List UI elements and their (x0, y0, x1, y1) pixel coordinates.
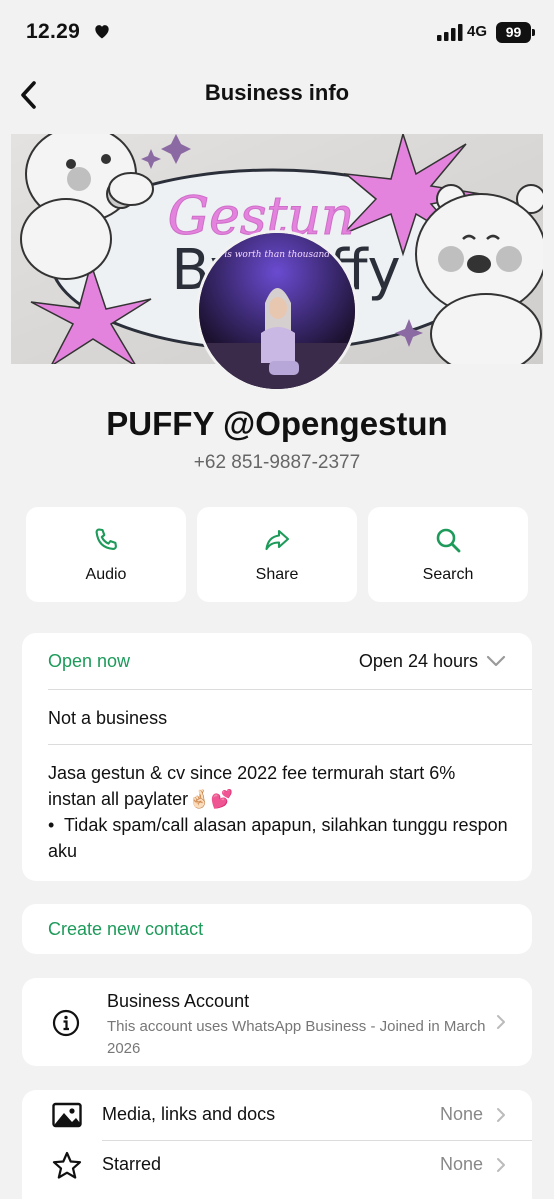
hours-row[interactable]: Open now Open 24 hours (48, 651, 506, 673)
avatar-photo: future is worth than thousand words (199, 233, 355, 389)
battery-level: 99 (496, 22, 535, 43)
page-title: Business info (204, 80, 350, 105)
audio-label: Audio (85, 565, 127, 583)
create-contact-button[interactable]: Create new contact (48, 919, 203, 940)
divider (48, 689, 532, 690)
phone-icon (95, 527, 117, 550)
share-button[interactable]: Share (197, 507, 357, 602)
star-icon (52, 1151, 82, 1179)
business-details-card: Open now Open 24 hours Not a business Ja… (22, 633, 532, 881)
media-label: Media, links and docs (102, 1104, 276, 1124)
open-status: Open now (48, 651, 131, 671)
neon-sign-text: future is worth than thousand words (199, 250, 355, 260)
profile-name: PUFFY @Opengestun (106, 405, 448, 442)
info-icon (52, 1009, 80, 1037)
chevron-down-icon (486, 655, 506, 667)
image-icon (52, 1102, 82, 1128)
action-buttons: Audio Share Search (26, 507, 528, 602)
nav-bar: Business info (0, 66, 554, 124)
chevron-right-icon (497, 1015, 505, 1029)
divider (48, 744, 532, 745)
business-account-subtitle: This account uses WhatsApp Business - Jo… (107, 1018, 486, 1057)
search-label: Search (422, 565, 474, 583)
status-bar: 12.29 4G 99 (0, 0, 554, 64)
share-label: Share (255, 565, 299, 583)
search-button[interactable]: Search (368, 507, 528, 602)
media-value: None (439, 1104, 483, 1124)
business-category: Not a business (48, 708, 168, 728)
description-line: Jasa gestun & cv since 2022 fee termurah… (48, 763, 461, 809)
audio-button[interactable]: Audio (26, 507, 186, 602)
business-account-card[interactable]: Business Account This account uses Whats… (22, 978, 532, 1066)
hours-value: Open 24 hours (358, 651, 478, 671)
description-line: • Tidak spam/call alasan apapun, silahka… (48, 815, 513, 861)
starred-value: None (439, 1154, 483, 1174)
profile-phone: +62 851-9887-2377 (193, 452, 361, 473)
business-account-title: Business Account (107, 991, 250, 1011)
chevron-right-icon (497, 1158, 505, 1172)
starred-label: Starred (102, 1154, 162, 1174)
signal-icon (437, 24, 463, 41)
media-links-docs-row[interactable]: Media, links and docs None (22, 1090, 532, 1140)
business-description: Jasa gestun & cv since 2022 fee termurah… (48, 760, 508, 864)
chevron-right-icon (497, 1108, 505, 1122)
avatar[interactable]: future is worth than thousand words (196, 230, 358, 392)
network-type: 4G (467, 23, 488, 40)
status-time: 12.29 (26, 20, 81, 43)
search-icon (436, 528, 461, 552)
share-icon (265, 529, 290, 550)
starred-row[interactable]: Starred None (22, 1140, 532, 1190)
create-contact-card[interactable]: Create new contact (22, 904, 532, 954)
heart-icon (95, 25, 109, 39)
media-card: Media, links and docs None Starred None (22, 1090, 532, 1199)
